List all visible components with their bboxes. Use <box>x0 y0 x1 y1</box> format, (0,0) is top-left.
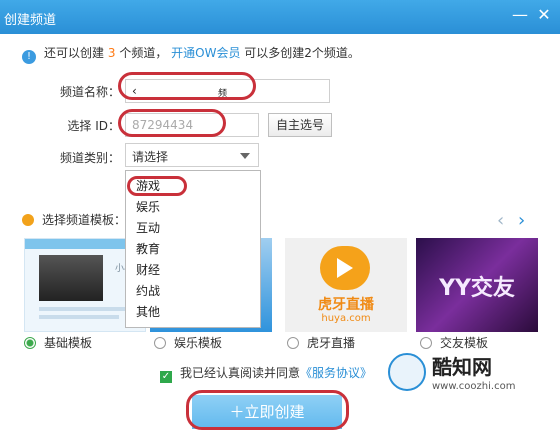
category-option[interactable]: 教育 <box>136 240 160 258</box>
template-label: 基础模板 <box>44 336 93 350</box>
huya-title: 虎牙直播 <box>318 297 374 313</box>
chevron-down-icon <box>240 153 250 159</box>
channel-id-label: 选择 ID： <box>67 119 120 133</box>
radio-icon <box>154 337 166 349</box>
bullet-icon <box>22 214 34 226</box>
service-agreement-link[interactable]: 《服务协议》 <box>300 366 372 380</box>
watermark-url: www.coozhi.com <box>432 381 516 392</box>
template-section-label: 选择频道模板： <box>42 213 127 227</box>
category-placeholder: 请选择 <box>132 150 169 164</box>
next-template-button[interactable]: › <box>518 210 525 231</box>
radio-icon <box>420 337 432 349</box>
template-radio-basic[interactable]: 基础模板 <box>24 336 92 350</box>
highlight-oval-create <box>186 390 349 430</box>
template-label: 虎牙直播 <box>307 336 356 350</box>
watermark-icon <box>388 353 426 391</box>
channel-category-label: 频道类别： <box>59 151 120 165</box>
info-icon: ! <box>22 50 36 64</box>
card-basic-photo <box>39 255 103 301</box>
watermark-text: 酷知网 <box>432 355 492 379</box>
highlight-oval-name <box>118 72 256 100</box>
highlight-oval-id <box>118 109 226 137</box>
highlight-oval-game <box>127 176 187 196</box>
template-card-yy[interactable]: YY交友 <box>416 238 538 332</box>
info-prefix: 还可以创建 <box>44 46 105 60</box>
ow-member-link[interactable]: 开通OW会员 <box>171 46 240 60</box>
info-mid: 个频道， <box>119 46 168 60</box>
watermark-logo: 酷知网 www.coozhi.com <box>388 349 538 397</box>
template-radio-huya[interactable]: 虎牙直播 <box>287 336 355 350</box>
checkbox-checked-icon[interactable]: ✓ <box>160 371 172 383</box>
radio-icon <box>287 337 299 349</box>
window-title: 创建频道 <box>4 13 57 28</box>
minimize-button[interactable]: — <box>509 4 531 26</box>
category-option[interactable]: 财经 <box>136 261 160 279</box>
play-icon <box>337 258 353 278</box>
category-option[interactable]: 约战 <box>136 282 160 300</box>
remaining-count: 3 <box>107 46 116 60</box>
custom-id-button[interactable]: 自主选号 <box>268 113 332 137</box>
huya-url: huya.com <box>321 313 371 324</box>
category-select[interactable]: 请选择 <box>125 143 259 167</box>
prev-template-button[interactable]: ‹ <box>497 210 504 231</box>
template-card-huya[interactable]: 虎牙直播 huya.com <box>285 238 407 332</box>
card-basic-line <box>39 307 135 311</box>
template-section-title: 选择频道模板： <box>22 212 126 228</box>
template-label: 交友模板 <box>440 336 489 350</box>
radio-selected-icon <box>24 337 36 349</box>
category-option[interactable]: 其他 <box>136 303 160 321</box>
agreement-text: 我已经认真阅读并同意 <box>180 366 301 380</box>
card-basic-line-2 <box>39 315 119 319</box>
template-label: 娱乐模板 <box>174 336 223 350</box>
info-suffix: 可以多创建2个频道。 <box>244 46 360 60</box>
yy-title: YY交友 <box>439 276 515 301</box>
agreement-row: ✓ 我已经认真阅读并同意《服务协议》 <box>160 365 372 383</box>
category-option[interactable]: 娱乐 <box>136 198 160 216</box>
category-option[interactable]: 互动 <box>136 219 160 237</box>
template-radio-yy[interactable]: 交友模板 <box>420 336 488 350</box>
window-titlebar: 创建频道 — ✕ <box>0 0 560 34</box>
channel-name-label: 频道名称： <box>59 85 120 99</box>
close-button[interactable]: ✕ <box>533 4 555 26</box>
info-line: ! 还可以创建 3 个频道， 开通OW会员 可以多创建2个频道。 <box>22 44 360 64</box>
template-radio-entertainment[interactable]: 娱乐模板 <box>154 336 222 350</box>
